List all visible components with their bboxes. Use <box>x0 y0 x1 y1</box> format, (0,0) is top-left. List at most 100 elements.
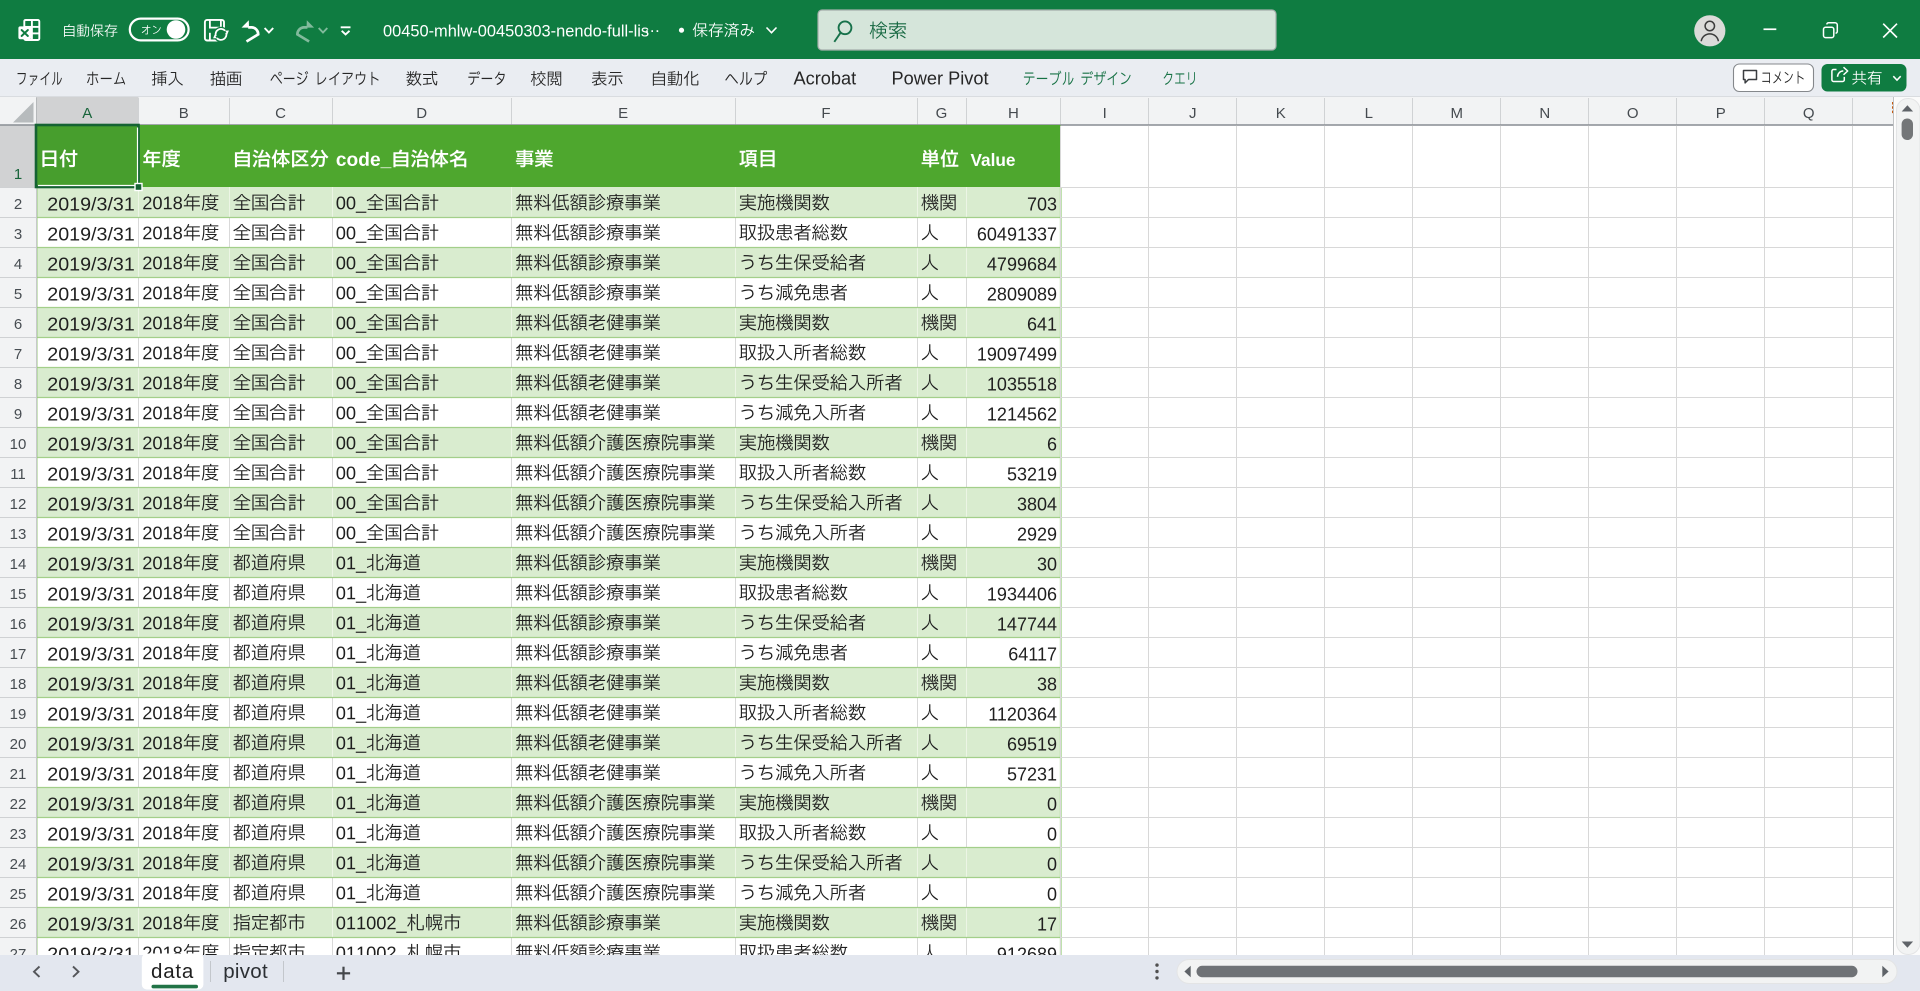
svg-text:2019/3/31: 2019/3/31 <box>47 284 135 304</box>
svg-text:19: 19 <box>10 706 27 723</box>
svg-text:F: F <box>821 105 830 122</box>
svg-text:11: 11 <box>10 466 26 483</box>
svg-text:2929: 2929 <box>1017 524 1057 544</box>
svg-text:C: C <box>275 105 286 122</box>
svg-text:30: 30 <box>1037 554 1057 574</box>
svg-text:2019/3/31: 2019/3/31 <box>47 704 135 724</box>
svg-text:1035518: 1035518 <box>987 374 1057 394</box>
svg-text:2019/3/31: 2019/3/31 <box>47 464 135 484</box>
svg-text:2019/3/31: 2019/3/31 <box>47 794 135 814</box>
svg-text:E: E <box>618 105 628 122</box>
svg-text:2019/3/31: 2019/3/31 <box>47 374 135 394</box>
svg-text:3804: 3804 <box>1017 494 1057 514</box>
svg-text:Q: Q <box>1803 105 1815 122</box>
svg-text:14: 14 <box>10 556 27 573</box>
svg-text:60491337: 60491337 <box>977 224 1057 244</box>
svg-text:20: 20 <box>10 736 27 753</box>
svg-text:1934406: 1934406 <box>987 584 1057 604</box>
svg-text:Value: Value <box>971 150 1016 170</box>
svg-text:9: 9 <box>14 406 22 423</box>
svg-text:17: 17 <box>10 646 27 663</box>
svg-text:pivot: pivot <box>223 960 268 983</box>
svg-text:2019/3/31: 2019/3/31 <box>47 644 135 664</box>
svg-text:5: 5 <box>14 286 22 303</box>
svg-text:D: D <box>416 105 427 122</box>
svg-text:23: 23 <box>10 826 27 843</box>
svg-text:13: 13 <box>10 526 27 543</box>
svg-text:H: H <box>1008 105 1019 122</box>
svg-text:0: 0 <box>1047 794 1057 814</box>
svg-text:00450-mhlw-00450303-nendo-full: 00450-mhlw-00450303-nendo-full-lis <box>383 22 649 40</box>
svg-text:2019/3/31: 2019/3/31 <box>47 494 135 514</box>
svg-text:0: 0 <box>1047 824 1057 844</box>
svg-text:0: 0 <box>1047 854 1057 874</box>
svg-text:38: 38 <box>1037 674 1057 694</box>
svg-text:53219: 53219 <box>1007 464 1057 484</box>
svg-text:703: 703 <box>1027 194 1057 214</box>
svg-text:1214562: 1214562 <box>987 404 1057 424</box>
svg-text:G: G <box>936 105 948 122</box>
svg-text:24: 24 <box>10 856 27 873</box>
svg-text:147744: 147744 <box>997 614 1057 634</box>
svg-text:4799684: 4799684 <box>987 254 1057 274</box>
svg-text:2019/3/31: 2019/3/31 <box>47 554 135 574</box>
svg-text:6: 6 <box>14 316 22 333</box>
svg-text:2019/3/31: 2019/3/31 <box>47 314 135 334</box>
svg-text:Acrobat: Acrobat <box>794 69 857 89</box>
svg-text:M: M <box>1451 105 1464 122</box>
svg-text:L: L <box>1365 105 1373 122</box>
svg-text:2019/3/31: 2019/3/31 <box>47 824 135 844</box>
svg-text:N: N <box>1539 105 1550 122</box>
svg-text:15: 15 <box>10 586 27 603</box>
svg-text:2019/3/31: 2019/3/31 <box>47 884 135 904</box>
svg-text:2019/3/31: 2019/3/31 <box>47 584 135 604</box>
svg-text:57231: 57231 <box>1007 764 1057 784</box>
svg-text:P: P <box>1716 105 1726 122</box>
svg-text:2019/3/31: 2019/3/31 <box>47 674 135 694</box>
svg-text:2019/3/31: 2019/3/31 <box>47 734 135 754</box>
svg-text:…: … <box>644 18 660 36</box>
svg-text:17: 17 <box>1037 914 1057 934</box>
svg-text:7: 7 <box>14 346 22 363</box>
svg-text:4: 4 <box>14 256 22 273</box>
svg-text:12: 12 <box>10 496 27 513</box>
svg-text:16: 16 <box>10 616 27 633</box>
svg-text:2019/3/31: 2019/3/31 <box>47 194 135 214</box>
svg-text:26: 26 <box>10 916 27 933</box>
svg-text:19097499: 19097499 <box>977 344 1057 364</box>
svg-text:K: K <box>1276 105 1286 122</box>
svg-text:Power Pivot: Power Pivot <box>892 69 989 89</box>
svg-text:1120364: 1120364 <box>988 704 1057 724</box>
svg-text:6: 6 <box>1047 434 1057 454</box>
svg-text:B: B <box>179 105 189 122</box>
svg-text:641: 641 <box>1027 314 1057 334</box>
svg-text:2019/3/31: 2019/3/31 <box>47 524 135 544</box>
svg-text:1: 1 <box>14 166 22 183</box>
svg-text:25: 25 <box>10 886 27 903</box>
svg-text:2019/3/31: 2019/3/31 <box>47 404 135 424</box>
svg-text:O: O <box>1627 105 1639 122</box>
svg-text:2809089: 2809089 <box>987 284 1057 304</box>
svg-text:3: 3 <box>14 226 22 243</box>
svg-text:2019/3/31: 2019/3/31 <box>47 434 135 454</box>
svg-text:I: I <box>1103 105 1107 122</box>
svg-text:69519: 69519 <box>1007 734 1057 754</box>
svg-text:2019/3/31: 2019/3/31 <box>47 914 135 934</box>
svg-text:2019/3/31: 2019/3/31 <box>47 344 135 364</box>
svg-text:A: A <box>82 105 92 122</box>
svg-text:22: 22 <box>10 796 27 813</box>
svg-text:2019/3/31: 2019/3/31 <box>47 614 135 634</box>
svg-text:J: J <box>1189 105 1197 122</box>
svg-text:2019/3/31: 2019/3/31 <box>47 764 135 784</box>
svg-text:data: data <box>151 960 194 983</box>
svg-text:64117: 64117 <box>1008 644 1057 664</box>
svg-text:18: 18 <box>10 676 27 693</box>
svg-text:21: 21 <box>10 766 27 783</box>
svg-text:8: 8 <box>14 376 22 393</box>
svg-text:2019/3/31: 2019/3/31 <box>47 254 135 274</box>
svg-text:2019/3/31: 2019/3/31 <box>47 854 135 874</box>
svg-text:2: 2 <box>14 196 22 213</box>
svg-text:10: 10 <box>10 436 27 453</box>
svg-text:2019/3/31: 2019/3/31 <box>47 224 135 244</box>
svg-text:0: 0 <box>1047 884 1057 904</box>
